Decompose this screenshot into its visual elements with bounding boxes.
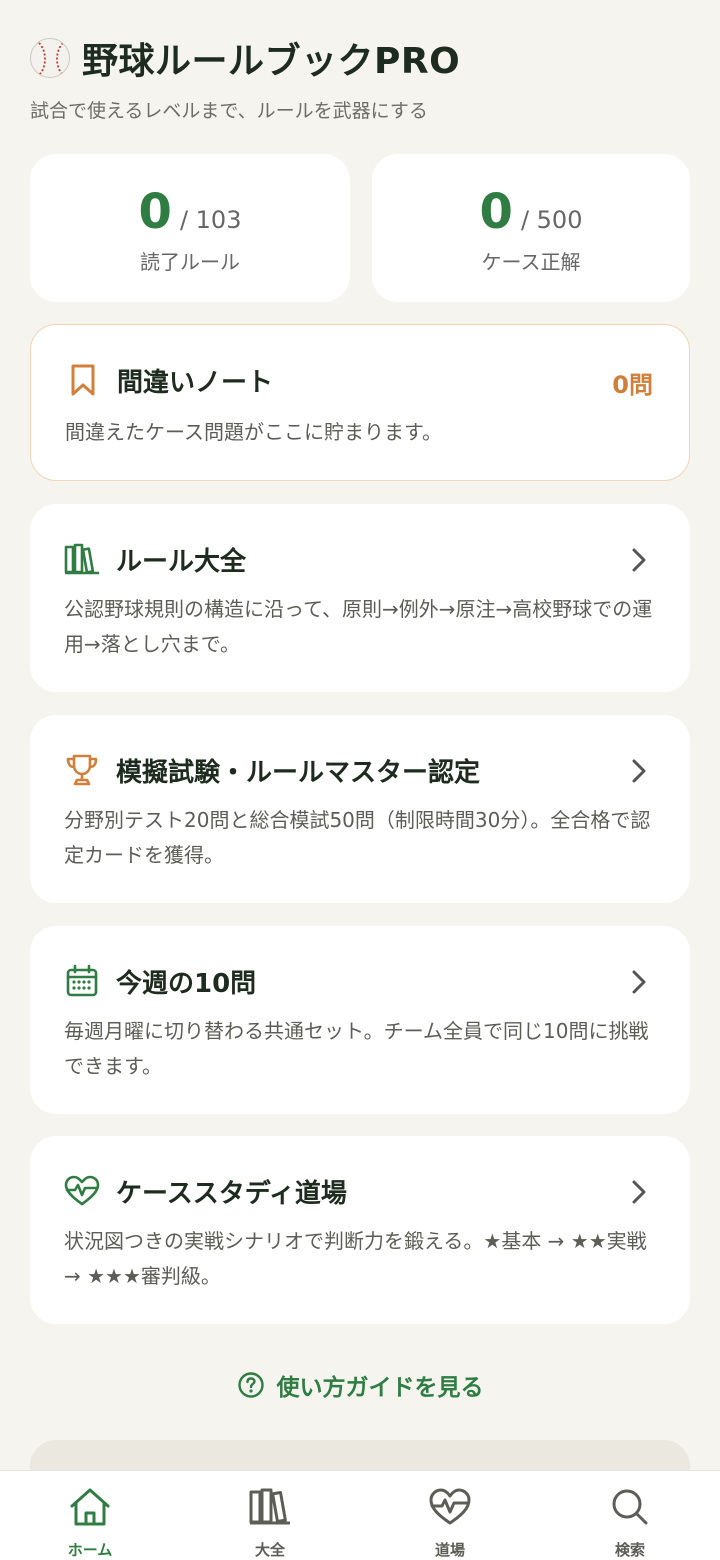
card-title: 今週の10問: [116, 968, 257, 999]
books-icon: [64, 541, 100, 577]
stat-total: / 103: [179, 206, 242, 234]
heartbeat-icon: [64, 1173, 100, 1209]
chevron-right-icon: [632, 970, 646, 994]
baseball-icon: [30, 38, 70, 78]
card-title: ルール大全: [116, 546, 247, 577]
weekly-questions-card[interactable]: 今週の10問 毎週月曜に切り替わる共通セット。チーム全員で同じ10問に挑戦できま…: [30, 926, 690, 1114]
mistake-note-card[interactable]: 間違いノート 0問 間違えたケース問題がここに貯まります。: [30, 324, 690, 481]
usage-guide-link[interactable]: 使い方ガイドを見る: [0, 1368, 720, 1402]
nav-search[interactable]: 検索: [540, 1471, 720, 1560]
stat-value: 0: [138, 184, 172, 240]
home-icon: [67, 1485, 113, 1529]
calendar-icon: [64, 963, 100, 999]
mock-exam-card[interactable]: 模擬試験・ルールマスター認定 分野別テスト20問と総合模試50問（制限時間30分…: [30, 715, 690, 903]
app-title: 野球ルールブックPRO: [82, 41, 461, 82]
card-description: 毎週月曜に切り替わる共通セット。チーム全員で同じ10問に挑戦できます。: [64, 1019, 649, 1078]
stat-value: 0: [479, 184, 513, 240]
nav-label: 検索: [614, 1541, 645, 1559]
app-subtitle: 試合で使えるレベルまで、ルールを武器にする: [30, 100, 428, 122]
card-description: 公認野球規則の構造に沿って、原則→例外→原注→高校野球での運用→落とし穴まで。: [64, 597, 653, 656]
home-screen: 野球ルールブックPRO 試合で使えるレベルまで、ルールを武器にする 0 / 10…: [0, 0, 720, 1560]
card-description: 状況図つきの実戦シナリオで判断力を鍛える。★基本 → ★★実戦 → ★★★審判級…: [64, 1229, 647, 1288]
chevron-right-icon: [632, 759, 646, 783]
nav-encyclopedia[interactable]: 大全: [180, 1471, 360, 1560]
chevron-right-icon: [632, 548, 646, 572]
case-study-dojo-card[interactable]: ケーススタディ道場 状況図つきの実戦シナリオで判断力を鍛える。★基本 → ★★実…: [30, 1136, 690, 1324]
rules-encyclopedia-card[interactable]: ルール大全 公認野球規則の構造に沿って、原則→例外→原注→高校野球での運用→落と…: [30, 504, 690, 692]
case-correct-stat: 0 / 500 ケース正解: [372, 154, 690, 302]
guide-link-label: 使い方ガイドを見る: [276, 1375, 484, 1401]
nav-home[interactable]: ホーム: [0, 1471, 180, 1560]
stat-label: 読了ルール: [140, 250, 240, 274]
nav-dojo[interactable]: 道場: [360, 1471, 540, 1560]
card-title: 間違いノート: [117, 367, 274, 398]
card-title: 模擬試験・ルールマスター認定: [116, 757, 481, 788]
read-rules-stat: 0 / 103 読了ルール: [30, 154, 350, 302]
search-icon: [607, 1485, 653, 1529]
header: 野球ルールブックPRO 試合で使えるレベルまで、ルールを武器にする: [30, 34, 690, 123]
bottom-navigation: ホーム 大全 道場 検索: [0, 1470, 720, 1560]
card-title: ケーススタディ道場: [116, 1178, 347, 1209]
books-icon: [247, 1485, 293, 1529]
card-description: 間違えたケース問題がここに貯まります。: [65, 420, 442, 444]
trophy-icon: [64, 752, 100, 788]
stat-total: / 500: [520, 206, 583, 234]
heartbeat-icon: [427, 1485, 473, 1529]
card-description: 分野別テスト20問と総合模試50問（制限時間30分）。全合格で認定カードを獲得。: [64, 808, 651, 867]
chevron-right-icon: [632, 1180, 646, 1204]
nav-label: ホーム: [67, 1541, 113, 1559]
nav-label: 大全: [254, 1541, 285, 1559]
help-circle-icon: [237, 1372, 264, 1398]
stat-label: ケース正解: [481, 250, 581, 274]
nav-label: 道場: [434, 1541, 465, 1559]
mistake-count-badge: 0問: [612, 371, 653, 399]
bookmark-icon: [65, 362, 101, 398]
